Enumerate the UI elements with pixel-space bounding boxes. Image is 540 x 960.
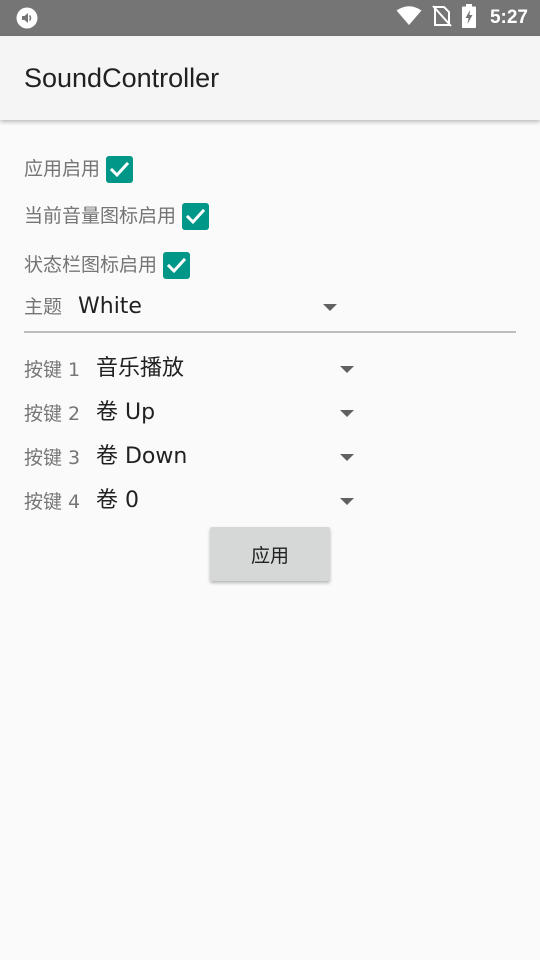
status-bar-icon-checkbox[interactable]	[163, 251, 191, 279]
key-1-label: 按键 1	[24, 359, 81, 381]
dropdown-arrow-icon	[340, 498, 354, 505]
theme-label: 主题	[24, 296, 63, 318]
app-title: SoundController	[24, 63, 220, 93]
app-enabled-checkbox[interactable]	[106, 155, 134, 183]
checkmark-icon	[185, 208, 206, 224]
key-1-spinner[interactable]: 音乐播放	[90, 350, 360, 390]
dropdown-arrow-icon	[340, 410, 354, 417]
status-bar-icon-label: 状态栏图标启用	[24, 254, 158, 276]
key-4-value: 卷 0	[96, 488, 139, 513]
app-bar: SoundController	[0, 36, 540, 120]
key-4-label: 按键 4	[24, 491, 81, 513]
key-3-label: 按键 3	[24, 447, 81, 469]
theme-underline	[24, 331, 516, 333]
current-volume-icon-checkbox[interactable]	[182, 202, 210, 230]
key-3-spinner[interactable]: 卷 Down	[90, 438, 360, 478]
dropdown-arrow-icon	[340, 454, 354, 461]
dropdown-arrow-icon	[340, 366, 354, 373]
key-2-label: 按键 2	[24, 403, 81, 425]
key-4-spinner[interactable]: 卷 0	[90, 482, 360, 522]
status-icons: 5:27	[396, 0, 528, 36]
key-3-value: 卷 Down	[96, 444, 188, 469]
battery-charging-icon	[461, 4, 476, 32]
no-sim-icon	[432, 5, 452, 31]
checkmark-icon	[166, 257, 187, 273]
dropdown-arrow-icon	[323, 304, 337, 311]
key-1-value: 音乐播放	[96, 356, 185, 381]
status-bar-icon-row[interactable]: 状态栏图标启用	[24, 249, 191, 281]
current-volume-icon-row[interactable]: 当前音量图标启用	[24, 200, 210, 232]
status-time: 5:27	[489, 7, 528, 28]
key-2-value: 卷 Up	[96, 400, 156, 425]
current-volume-icon-label: 当前音量图标启用	[24, 205, 177, 227]
checkmark-icon	[109, 161, 130, 177]
theme-spinner[interactable]: White	[70, 288, 350, 328]
theme-value: White	[78, 294, 142, 319]
app-enabled-row[interactable]: 应用启用	[24, 153, 134, 185]
wifi-icon	[396, 6, 422, 30]
app-enabled-label: 应用启用	[24, 158, 101, 180]
apply-button[interactable]: 应用	[210, 527, 330, 581]
key-2-spinner[interactable]: 卷 Up	[90, 394, 360, 434]
status-bar: 5:27	[0, 0, 540, 36]
volume-notification-icon	[16, 7, 38, 29]
